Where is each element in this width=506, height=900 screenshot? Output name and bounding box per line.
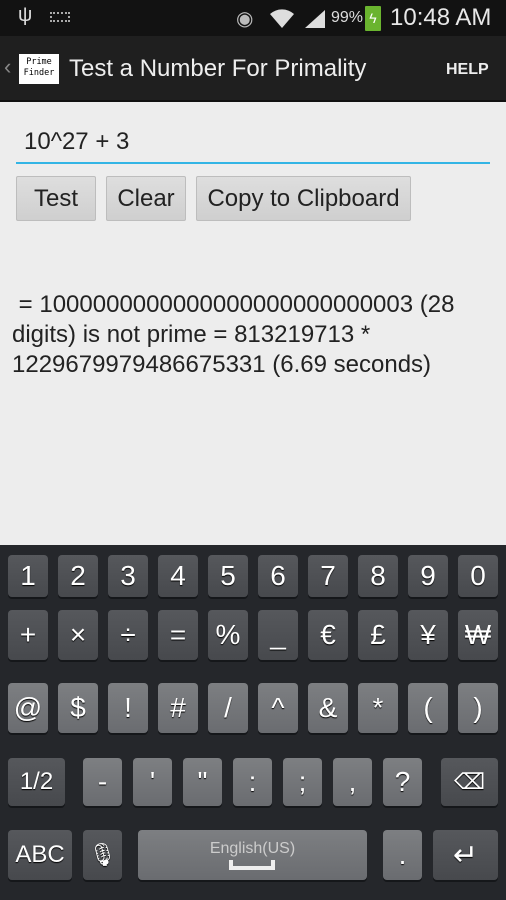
key-row2-1[interactable]: ×	[58, 610, 98, 660]
key-row1-7[interactable]: 8	[358, 555, 398, 597]
help-button[interactable]: HELP	[446, 61, 489, 79]
key-row1-1[interactable]: 2	[58, 555, 98, 597]
result-text: = 1000000000000000000000000003 (28 digits…	[12, 291, 455, 378]
backspace-icon: ⌫	[453, 769, 486, 794]
voice-input-key[interactable]: 🎙	[83, 830, 122, 880]
key-row4-5[interactable]: ,	[333, 758, 372, 806]
key-row2-5[interactable]: _	[258, 610, 298, 660]
wifi-icon	[270, 9, 294, 28]
copy-clipboard-button[interactable]: Copy to Clipboard	[196, 176, 411, 221]
key-row3-9[interactable]: )	[458, 683, 498, 733]
period-key[interactable]: .	[383, 830, 422, 880]
signal-icon	[305, 10, 325, 28]
key-row3-3[interactable]: #	[158, 683, 198, 733]
space-key[interactable]: English(US)	[138, 830, 367, 880]
keyboard-icon	[50, 12, 70, 22]
backspace-key[interactable]: ⌫	[441, 758, 498, 806]
key-row1-5[interactable]: 6	[258, 555, 298, 597]
key-row1-4[interactable]: 5	[208, 555, 248, 597]
key-row4-2[interactable]: "	[183, 758, 222, 806]
battery-charging-icon: ϟ	[365, 6, 381, 31]
key-row3-0[interactable]: @	[8, 683, 48, 733]
key-row1-0[interactable]: 1	[8, 555, 48, 597]
page-title: Test a Number For Primality	[69, 55, 367, 82]
action-bar: ‹ Prime Finder Test a Number For Primalit…	[0, 36, 506, 102]
back-chevron-icon: ‹	[4, 54, 12, 79]
key-row2-9[interactable]: ₩	[458, 610, 498, 660]
space-language-label: English(US)	[209, 840, 296, 857]
battery-percent: 99%	[331, 9, 364, 26]
test-button[interactable]: Test	[16, 176, 96, 221]
microphone-icon: 🎙	[88, 842, 117, 867]
key-row2-7[interactable]: £	[358, 610, 398, 660]
number-input[interactable]: 10^27 + 3	[16, 128, 490, 164]
status-bar: ψ ◉ 99% ϟ 10:48 AM	[0, 0, 506, 36]
key-row1-3[interactable]: 4	[158, 555, 198, 597]
key-row3-7[interactable]: *	[358, 683, 398, 733]
key-row4-4[interactable]: ;	[283, 758, 322, 806]
key-row2-4[interactable]: %	[208, 610, 248, 660]
enter-key[interactable]: ↵	[433, 830, 498, 880]
key-row3-6[interactable]: &	[308, 683, 348, 733]
key-row2-3[interactable]: =	[158, 610, 198, 660]
app-logo: Prime Finder	[19, 54, 59, 84]
key-row4-3[interactable]: :	[233, 758, 272, 806]
key-row3-2[interactable]: !	[108, 683, 148, 733]
key-row1-9[interactable]: 0	[458, 555, 498, 597]
abc-key[interactable]: ABC	[8, 830, 72, 880]
usb-icon: ψ	[18, 4, 33, 26]
key-row3-1[interactable]: $	[58, 683, 98, 733]
key-row4-0[interactable]: -	[83, 758, 122, 806]
key-row2-6[interactable]: €	[308, 610, 348, 660]
eye-icon: ◉	[236, 8, 254, 30]
space-bar-icon	[229, 860, 276, 870]
key-row1-6[interactable]: 7	[308, 555, 348, 597]
enter-icon: ↵	[452, 838, 479, 872]
key-row3-5[interactable]: ^	[258, 683, 298, 733]
key-row1-8[interactable]: 9	[408, 555, 448, 597]
key-row2-0[interactable]: +	[8, 610, 48, 660]
key-row3-4[interactable]: /	[208, 683, 248, 733]
key-row4-1[interactable]: '	[133, 758, 172, 806]
key-row1-2[interactable]: 3	[108, 555, 148, 597]
key-row4-6[interactable]: ?	[383, 758, 422, 806]
clock: 10:48 AM	[390, 4, 492, 31]
key-row2-2[interactable]: ÷	[108, 610, 148, 660]
clear-button[interactable]: Clear	[106, 176, 186, 221]
key-row2-8[interactable]: ¥	[408, 610, 448, 660]
symbol-page-key[interactable]: 1/2	[8, 758, 65, 806]
home-up-button[interactable]: ‹ Prime Finder Test a Number For Primalit…	[0, 36, 390, 102]
key-row3-8[interactable]: (	[408, 683, 448, 733]
